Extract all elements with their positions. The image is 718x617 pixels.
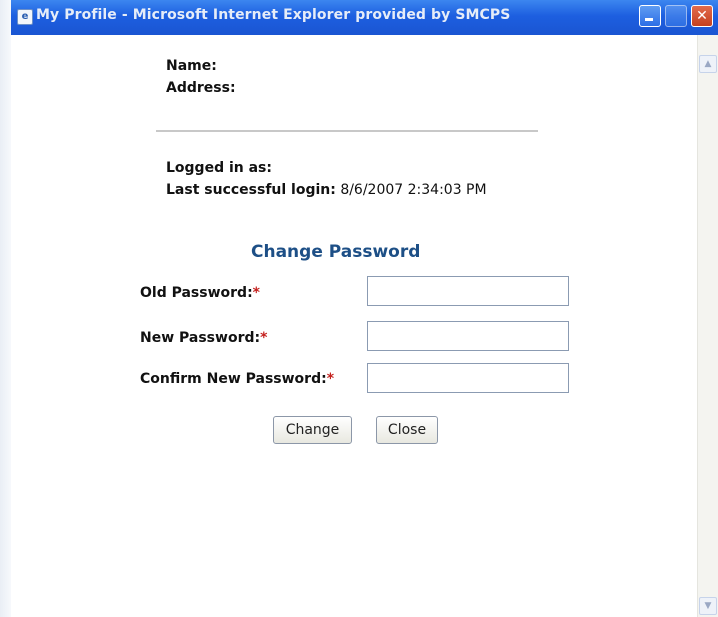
last-login-value: 8/6/2007 2:34:03 PM: [340, 182, 487, 198]
close-window-button[interactable]: ✕: [691, 5, 713, 27]
logged-in-row: Logged in as:: [166, 160, 272, 176]
profile-window: e My Profile - Microsoft Internet Explor…: [11, 0, 718, 617]
vertical-scrollbar[interactable]: ▲ ▼: [697, 35, 718, 617]
maximize-button[interactable]: [665, 5, 687, 27]
address-row: Address:: [166, 80, 236, 96]
close-icon: ✕: [696, 8, 708, 24]
logged-in-label: Logged in as:: [166, 160, 272, 176]
close-button[interactable]: Close: [376, 416, 438, 444]
new-password-label: New Password:*: [140, 330, 268, 346]
ie-page-icon: e: [17, 9, 33, 25]
scroll-up-icon[interactable]: ▲: [699, 55, 717, 73]
required-marker: *: [260, 330, 268, 346]
required-marker: *: [252, 285, 260, 301]
new-password-field[interactable]: [367, 321, 569, 351]
confirm-password-field[interactable]: [367, 363, 569, 393]
name-label: Name:: [166, 58, 217, 74]
title-bar[interactable]: e My Profile - Microsoft Internet Explor…: [11, 0, 718, 35]
last-login-row: Last successful login: 8/6/2007 2:34:03 …: [166, 182, 487, 198]
last-login-label: Last successful login:: [166, 182, 336, 198]
window-title: My Profile - Microsoft Internet Explorer…: [36, 7, 511, 23]
divider: [156, 130, 538, 132]
confirm-password-label: Confirm New Password:*: [140, 371, 335, 387]
page-content: [11, 35, 718, 617]
required-marker: *: [326, 371, 335, 387]
name-row: Name:: [166, 58, 217, 74]
scroll-down-icon[interactable]: ▼: [699, 597, 717, 615]
address-label: Address:: [166, 80, 236, 96]
old-password-field[interactable]: [367, 276, 569, 306]
minimize-button[interactable]: [639, 5, 661, 27]
change-button[interactable]: Change: [273, 416, 352, 444]
change-password-heading: Change Password: [251, 242, 421, 262]
old-password-label: Old Password:*: [140, 285, 260, 301]
